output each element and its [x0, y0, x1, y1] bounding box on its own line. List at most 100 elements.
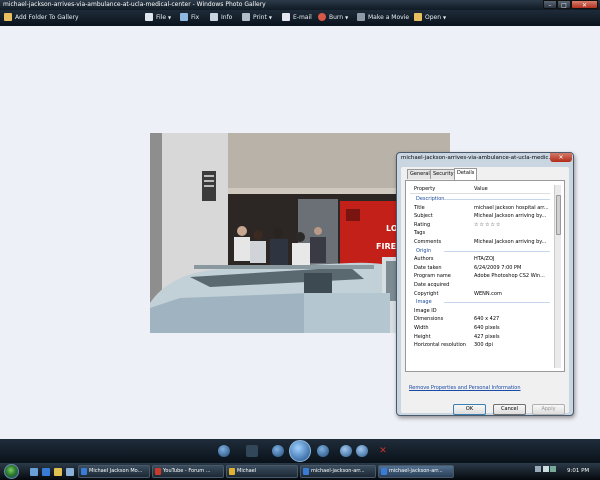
minimize-button[interactable]: – — [543, 0, 557, 9]
photo-gallery-icon — [381, 468, 387, 475]
cancel-button[interactable]: Cancel — [493, 404, 526, 415]
add-folder-icon — [4, 13, 12, 21]
property-value[interactable]: HTA/ZOJ — [474, 255, 550, 264]
rating-stars[interactable]: ☆☆☆☆☆ — [474, 221, 550, 230]
property-value[interactable]: 6/24/2009 7:00 PM — [474, 264, 550, 273]
tab-details[interactable]: Details — [454, 168, 478, 180]
zoom-icon[interactable] — [218, 445, 230, 457]
property-value[interactable]: Micheal Jackson arriving by... — [474, 238, 550, 247]
details-row[interactable]: Date acquired — [410, 281, 552, 290]
taskbar-item[interactable]: michael-jackson-arr... — [300, 465, 376, 478]
add-folder-button[interactable]: Add Folder To Gallery — [4, 10, 79, 26]
viewer-area: LO FIRE michael-jackson-arrives-via-ambu… — [0, 26, 600, 439]
details-row[interactable]: Subject Micheal Jackson arriving by... — [410, 212, 552, 221]
group-label: Origin — [416, 247, 432, 254]
group-label: Description — [416, 196, 445, 202]
scrollbar-thumb[interactable] — [556, 195, 561, 235]
tab-security[interactable]: Security — [430, 169, 457, 179]
details-scrollbar[interactable] — [554, 185, 561, 368]
info-label: Info — [221, 14, 233, 21]
next-icon[interactable] — [317, 445, 329, 457]
details-pane: Property Value Description Title michael j… — [405, 180, 565, 372]
dialog-title: michael-jackson-arrives-via-ambulance-at… — [401, 155, 554, 161]
switch-windows-icon[interactable] — [66, 468, 74, 476]
start-button[interactable] — [4, 464, 19, 479]
toolbar: Add Folder To Gallery File ▼ Fix Info Pri… — [0, 10, 600, 26]
previous-icon[interactable] — [272, 445, 284, 457]
browser-icon[interactable] — [42, 468, 50, 476]
details-row[interactable]: Date taken 6/24/2009 7:00 PM — [410, 264, 552, 273]
details-row[interactable]: Rating ☆☆☆☆☆ — [410, 221, 552, 230]
volume-icon[interactable] — [542, 466, 549, 472]
close-button[interactable]: ✕ — [571, 0, 598, 9]
burn-menu-button[interactable]: Burn ▼ — [318, 10, 348, 26]
taskbar: Michael Jackson Mo... YouTube - Forum ..… — [0, 463, 600, 480]
property-name: Horizontal resolution — [414, 342, 466, 349]
playback-controls: ✕ — [0, 439, 600, 463]
details-row[interactable]: Authors HTA/ZOJ — [410, 255, 552, 264]
clock[interactable]: 9:01 PM — [567, 463, 589, 480]
info-button[interactable]: Info — [210, 10, 232, 26]
property-value[interactable]: Adobe Photoshop CS2 Win... — [474, 272, 550, 281]
file-menu-button[interactable]: File ▼ — [145, 10, 171, 26]
fix-icon — [180, 13, 188, 21]
show-desktop-icon[interactable] — [30, 468, 38, 476]
property-value[interactable]: 640 x 427 — [474, 315, 550, 324]
property-value[interactable]: 640 pixels — [474, 324, 550, 333]
property-name: Height — [414, 333, 431, 340]
value-column-header[interactable]: Value — [474, 185, 488, 193]
details-row[interactable]: Program name Adobe Photoshop CS2 Win... — [410, 272, 552, 281]
details-row[interactable]: Title michael jackson hospital arr... — [410, 204, 552, 213]
details-row[interactable]: Dimensions 640 x 427 — [410, 315, 552, 324]
details-row[interactable]: Comments Micheal Jackson arriving by... — [410, 238, 552, 247]
details-row[interactable]: Tags — [410, 229, 552, 238]
property-name: Rating — [414, 221, 431, 228]
open-menu-button[interactable]: Open ▼ — [414, 10, 446, 26]
make-movie-button[interactable]: Make a Movie — [357, 10, 409, 26]
ok-button[interactable]: OK — [453, 404, 486, 415]
make-movie-label: Make a Movie — [368, 14, 410, 21]
tab-general[interactable]: General — [407, 169, 433, 179]
property-value[interactable]: 427 pixels — [474, 333, 550, 342]
details-row[interactable]: Height 427 pixels — [410, 333, 552, 342]
property-name: Authors — [414, 256, 434, 263]
remove-properties-link[interactable]: Remove Properties and Personal Informati… — [409, 385, 521, 391]
network-icon[interactable] — [535, 466, 541, 472]
taskbar-item[interactable]: michael-jackson-arr... — [378, 465, 454, 478]
property-column-header[interactable]: Property — [414, 185, 435, 193]
dialog-body: General Security Details Property Value … — [401, 167, 569, 415]
burn-label: Burn — [329, 14, 344, 21]
apply-button[interactable]: Apply — [532, 404, 565, 415]
property-value[interactable]: michael jackson hospital arr... — [474, 204, 550, 213]
tray-app-icon[interactable] — [550, 466, 557, 472]
taskbar-item[interactable]: Michael — [226, 465, 298, 478]
property-value[interactable]: Micheal Jackson arriving by... — [474, 212, 550, 221]
delete-icon[interactable]: ✕ — [377, 445, 389, 457]
property-name: Comments — [414, 238, 442, 245]
fix-label: Fix — [191, 14, 200, 21]
maximize-button[interactable]: □ — [557, 0, 571, 9]
taskbar-item[interactable]: Michael Jackson Mo... — [78, 465, 150, 478]
details-row[interactable]: Horizontal resolution 300 dpi — [410, 341, 552, 350]
chevron-down-icon: ▼ — [443, 15, 447, 20]
property-value[interactable]: 300 dpi — [474, 341, 550, 350]
property-value[interactable]: WENN.com — [474, 290, 550, 299]
rotate-left-icon[interactable] — [340, 445, 352, 457]
email-button[interactable]: E-mail — [282, 10, 312, 26]
fix-button[interactable]: Fix — [180, 10, 199, 26]
taskbar-item-label: michael-jackson-arr... — [389, 468, 443, 474]
rotate-right-icon[interactable] — [356, 445, 368, 457]
details-row[interactable]: Image ID — [410, 307, 552, 316]
slideshow-icon[interactable] — [289, 440, 311, 462]
taskbar-item[interactable]: YouTube - Forum ... — [152, 465, 224, 478]
details-group-header: Description — [410, 195, 552, 204]
system-tray — [535, 466, 557, 477]
dialog-close-button[interactable]: ✕ — [550, 153, 572, 162]
details-row[interactable]: Width 640 pixels — [410, 324, 552, 333]
actual-size-icon[interactable] — [246, 445, 258, 457]
media-icon[interactable] — [54, 468, 62, 476]
chevron-down-icon: ▼ — [168, 15, 172, 20]
open-label: Open — [425, 14, 442, 21]
print-menu-button[interactable]: Print ▼ — [242, 10, 272, 26]
details-row[interactable]: Copyright WENN.com — [410, 290, 552, 299]
